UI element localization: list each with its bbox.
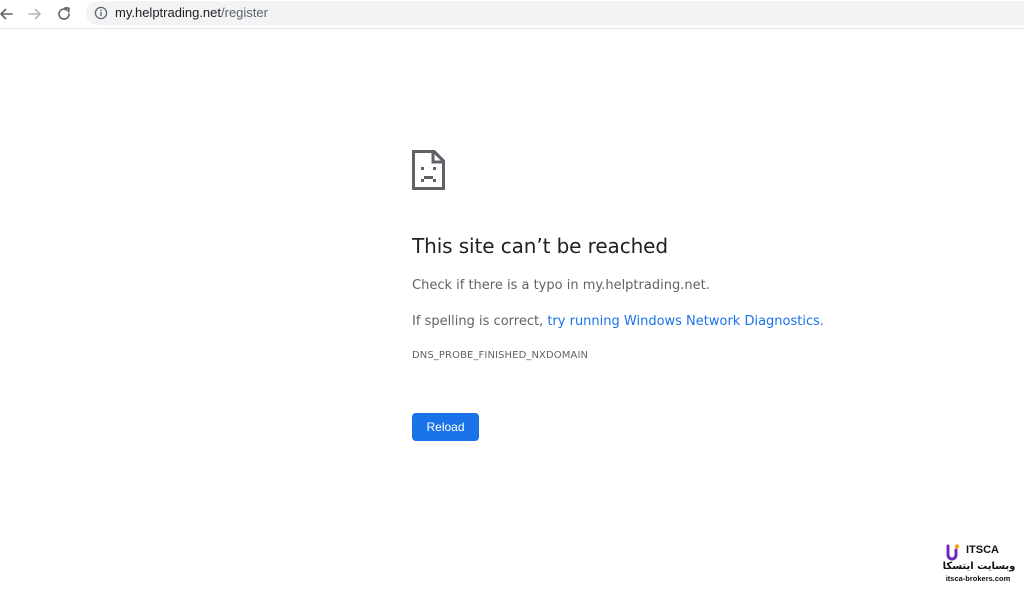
watermark-persian-text: وبسایت ایتسکا <box>942 561 1016 572</box>
spelling-suffix: . <box>819 314 825 329</box>
forward-button[interactable] <box>24 3 46 25</box>
arrow-right-icon <box>28 8 41 20</box>
watermark-brand: ITSCA <box>966 544 999 556</box>
sad-page-icon <box>412 150 445 190</box>
itsca-logo <box>946 544 960 561</box>
error-code: DNS_PROBE_FINISHED_NXDOMAIN <box>412 350 589 361</box>
arrow-left-icon <box>0 8 13 20</box>
spelling-suggestion: If spelling is correct, try running Wind… <box>412 313 824 331</box>
spelling-prefix: If spelling is correct, <box>412 314 548 329</box>
typo-suggestion: Check if there is a typo in my.helptradi… <box>412 278 710 293</box>
url-host: my.helptrading.net <box>115 5 221 20</box>
refresh-icon <box>58 7 70 20</box>
refresh-button[interactable] <box>53 3 75 25</box>
watermark-site: itsca-brokers.com <box>945 574 1011 583</box>
address-bar[interactable]: my.helptrading.net/register <box>86 1 1024 25</box>
url-text[interactable]: my.helptrading.net/register <box>115 5 268 21</box>
network-diagnostics-link[interactable]: try running Windows Network Diagnostics <box>547 314 820 329</box>
url-path: /register <box>221 5 268 20</box>
itsca-watermark: ITSCA وبسایت ایتسکا itsca-brokers.com <box>932 541 1018 587</box>
back-button[interactable] <box>0 3 17 25</box>
browser-toolbar: my.helptrading.net/register <box>0 0 1024 29</box>
info-icon[interactable] <box>94 6 108 20</box>
reload-button[interactable]: Reload <box>412 413 479 441</box>
error-title: This site can’t be reached <box>412 234 668 258</box>
